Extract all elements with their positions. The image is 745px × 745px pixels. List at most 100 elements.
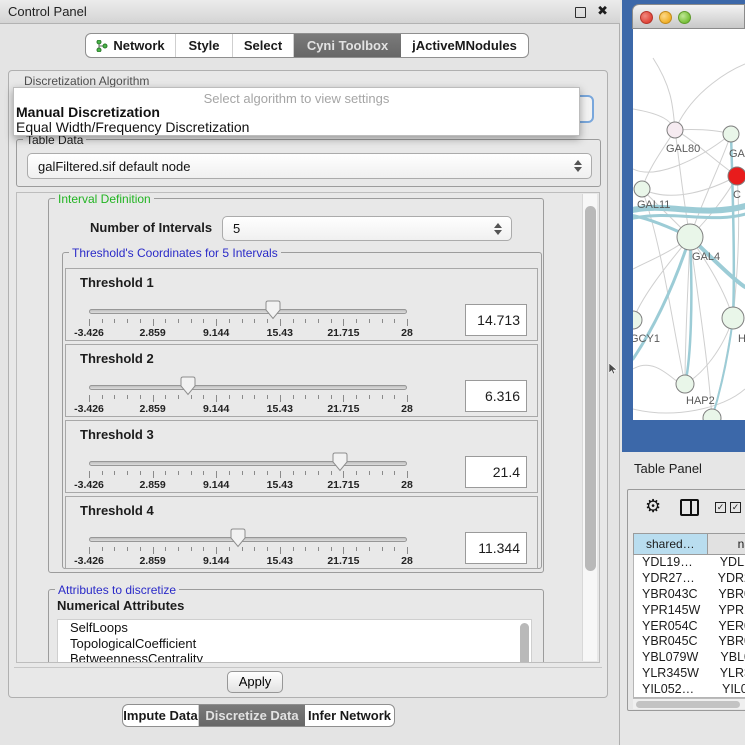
tab-cyni-toolbox[interactable]: Cyni Toolbox <box>294 34 401 57</box>
tab-style[interactable]: Style <box>176 34 233 57</box>
slider-tick <box>331 395 332 399</box>
checkbox-icon[interactable]: ✓ <box>715 502 726 513</box>
slider-tick <box>114 319 115 323</box>
slider-tick <box>216 547 217 554</box>
threshold-value-field[interactable]: 21.4 <box>465 456 527 488</box>
checkbox-icon[interactable]: ✓ <box>730 502 741 513</box>
table-row[interactable]: YPR145WYPR1 <box>634 603 745 619</box>
algorithm-option-equal-width[interactable]: Equal Width/Frequency Discretization <box>14 120 579 135</box>
threshold-slider-track[interactable] <box>89 385 407 390</box>
column-header-shared-name[interactable]: shared… <box>633 533 708 555</box>
number-of-intervals-combo[interactable]: 5 <box>222 216 512 241</box>
slider-tick <box>280 395 281 402</box>
right-node[interactable] <box>722 307 744 329</box>
table-row[interactable]: YDL19…YDL1 <box>634 555 745 571</box>
tab-infer-network[interactable]: Infer Network <box>305 705 394 726</box>
tab-discretize-data[interactable]: Discretize Data <box>199 705 305 726</box>
slider-tick <box>356 547 357 551</box>
table-row[interactable]: YIL052…YIL0 <box>634 682 745 698</box>
table-row[interactable]: YER054CYER0 <box>634 619 745 635</box>
attributes-list-scrollbar[interactable] <box>520 623 529 663</box>
close-icon[interactable]: ✖ <box>597 3 608 19</box>
table-hscrollbar-track[interactable] <box>633 698 745 709</box>
tab-select[interactable]: Select <box>233 34 294 57</box>
table-row[interactable]: YBR045CYBR0 <box>634 634 745 650</box>
table-row[interactable]: YDR27…YDR2 <box>634 571 745 587</box>
slider-tick <box>229 471 230 475</box>
slider-tick <box>153 395 154 402</box>
table-body: YDL19…YDL1YDR27…YDR2YBR043CYBR0YPR145WYP… <box>633 555 745 698</box>
threshold-slider-track[interactable] <box>89 309 407 314</box>
threshold-slider-thumb[interactable] <box>180 376 196 396</box>
threshold-slider-thumb[interactable] <box>265 300 281 320</box>
network-window-titlebar[interactable] <box>632 4 745 29</box>
slider-tick <box>89 471 90 478</box>
algorithm-option-manual[interactable]: Manual Discretization <box>14 105 579 120</box>
mouse-cursor <box>609 363 618 375</box>
main-scrollbar-thumb[interactable] <box>585 206 596 571</box>
cell-shared-name: YBR043C <box>634 587 706 603</box>
top-right-node[interactable] <box>723 126 739 142</box>
table-row[interactable]: YBL079WYBL0 <box>634 650 745 666</box>
cell-shared-name: YBL079W <box>634 650 708 666</box>
slider-tick <box>178 547 179 551</box>
slider-tick <box>254 471 255 475</box>
slider-tick-label: 9.144 <box>203 555 229 567</box>
gcy1-node[interactable] <box>633 311 642 329</box>
threshold-slider-thumb[interactable] <box>230 528 246 548</box>
slider-tick <box>343 319 344 326</box>
apply-button[interactable]: Apply <box>227 671 283 693</box>
slider-tick <box>254 319 255 323</box>
slider-tick <box>102 319 103 323</box>
threshold-value-field[interactable]: 6.316 <box>465 380 527 412</box>
table-row[interactable]: YLR345WYLR3 <box>634 666 745 682</box>
bottom-node[interactable] <box>703 409 721 420</box>
slider-tick <box>254 395 255 399</box>
slider-tick <box>89 395 90 402</box>
threshold-slider-thumb[interactable] <box>332 452 348 472</box>
minimize-traffic-light[interactable] <box>659 11 672 24</box>
slider-tick <box>407 319 408 326</box>
attribute-list-item[interactable]: SelfLoops <box>58 620 531 636</box>
table-data-combo[interactable]: galFiltered.sif default node <box>27 153 592 179</box>
column-header-name[interactable]: na <box>708 533 745 555</box>
slider-tick-label: 28 <box>401 403 413 415</box>
slider-tick <box>369 471 370 475</box>
main-scrollbar-track[interactable] <box>582 194 597 661</box>
threshold-value-field[interactable]: 14.713 <box>465 304 527 336</box>
gal11-node[interactable] <box>634 181 650 197</box>
slider-tick <box>102 547 103 551</box>
slider-tick <box>153 471 154 478</box>
algorithm-dropdown-popup: Select algorithm to view settings Manual… <box>13 87 580 136</box>
slider-tick <box>203 395 204 399</box>
slider-tick <box>293 319 294 323</box>
gal80-node[interactable] <box>667 122 683 138</box>
threshold-value-field[interactable]: 11.344 <box>465 532 527 564</box>
table-row[interactable]: YBR043CYBR0 <box>634 587 745 603</box>
cell-shared-name: YDL19… <box>634 555 708 571</box>
network-icon <box>96 40 108 52</box>
attribute-list-item[interactable]: BetweennessCentrality <box>58 651 531 663</box>
cell-shared-name: YDR27… <box>634 571 706 587</box>
table-hscrollbar-thumb[interactable] <box>636 701 740 708</box>
slider-tick-label: 9.144 <box>203 327 229 339</box>
hap2-node[interactable] <box>676 375 694 393</box>
slider-tick <box>254 547 255 551</box>
zoom-traffic-light[interactable] <box>678 11 691 24</box>
network-canvas[interactable]: GAL80GACGAL11GAL4GCY1HHAP2 <box>633 29 745 420</box>
close-traffic-light[interactable] <box>640 11 653 24</box>
red-node[interactable] <box>728 167 745 185</box>
gal4-node[interactable] <box>677 224 703 250</box>
separator <box>14 667 602 668</box>
threshold-slider-track[interactable] <box>89 461 407 466</box>
threshold-slider-track[interactable] <box>89 537 407 542</box>
tab-network[interactable]: Network <box>86 34 176 57</box>
slider-tick-label: 21.715 <box>327 327 359 339</box>
attribute-list-item[interactable]: TopologicalCoefficient <box>58 636 531 652</box>
gear-icon[interactable]: ⚙ <box>645 496 661 517</box>
tab-impute-data[interactable]: Impute Data <box>123 705 199 726</box>
column-layout-icon[interactable] <box>680 499 699 516</box>
tab-jactivemnodules[interactable]: jActiveMNodules <box>401 34 528 57</box>
slider-tick <box>369 395 370 399</box>
float-window-icon[interactable] <box>575 7 586 18</box>
